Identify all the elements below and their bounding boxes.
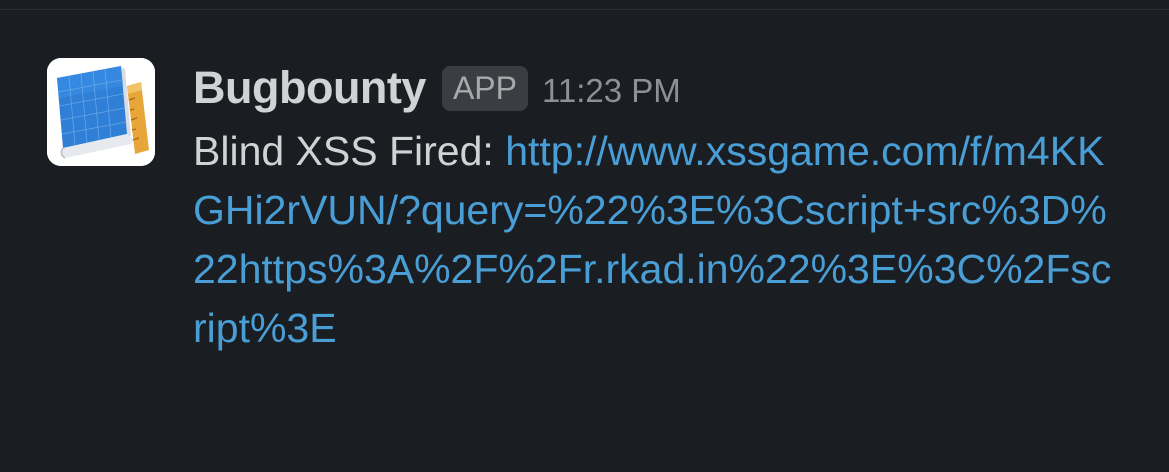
message-item: Bugbounty APP 11:23 PM Blind XSS Fired: …	[0, 0, 1169, 472]
app-badge: APP	[441, 65, 528, 111]
message-body: Blind XSS Fired: http://www.xssgame.com/…	[193, 122, 1118, 358]
app-avatar[interactable]	[47, 58, 155, 166]
message-prefix: Blind XSS Fired:	[193, 128, 506, 174]
message-header: Bugbounty APP 11:23 PM	[193, 56, 1133, 120]
sender-name[interactable]: Bugbounty	[193, 62, 426, 114]
message-content: Bugbounty APP 11:23 PM Blind XSS Fired: …	[193, 56, 1133, 358]
message-timestamp[interactable]: 11:23 PM	[542, 72, 681, 110]
blueprint-ruler-icon	[47, 58, 155, 166]
